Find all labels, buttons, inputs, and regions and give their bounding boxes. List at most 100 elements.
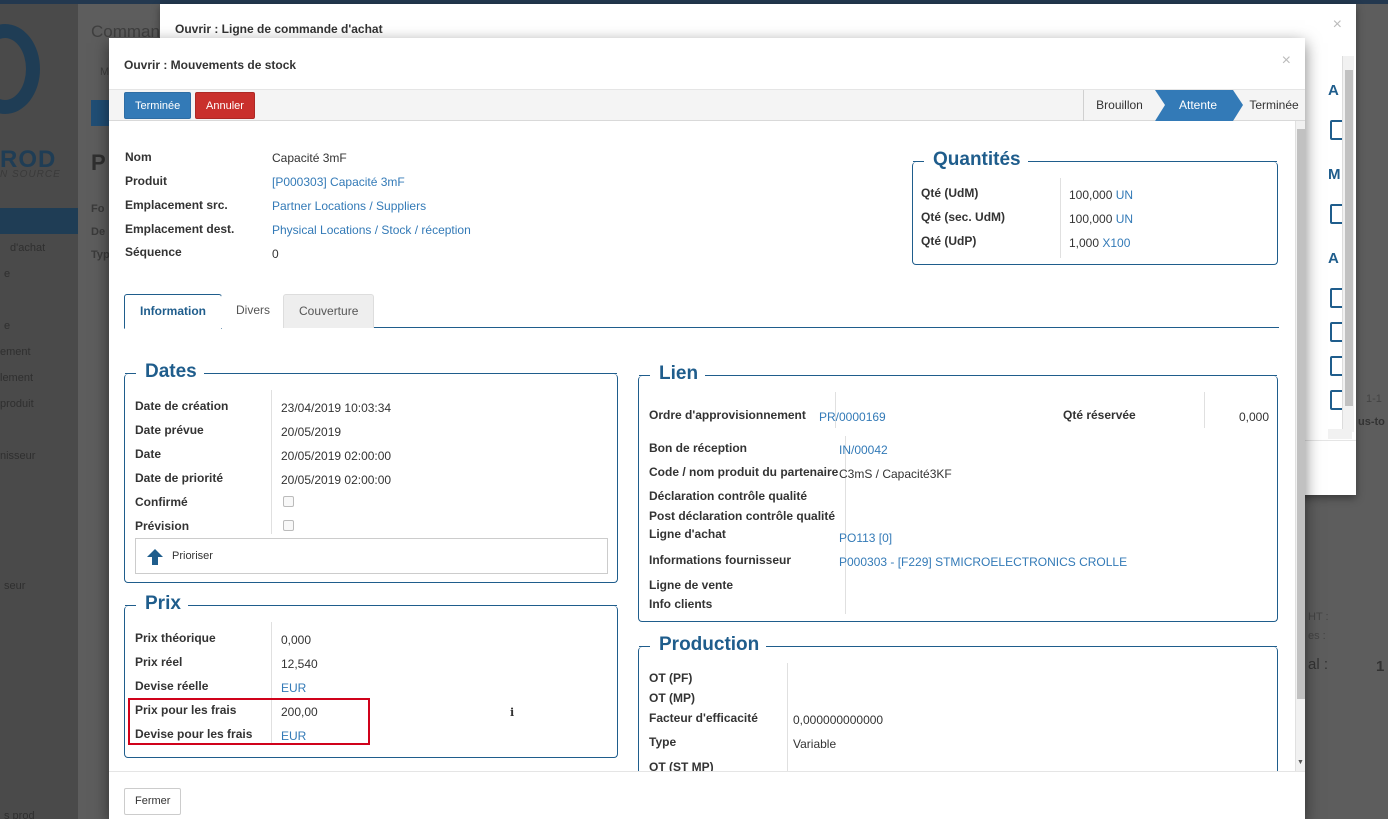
sidebar-item[interactable]: d'achat (10, 242, 45, 254)
theoretical-price-value: 0,000 (281, 633, 312, 647)
forecast-checkbox[interactable] (283, 520, 294, 531)
qty-uop-label: Qté (UdP) (921, 234, 977, 248)
sidebar-item[interactable]: nisseur (0, 450, 35, 462)
back-dialog-hscrollbar[interactable] (1328, 429, 1352, 439)
sale-line-label: Ligne de vente (649, 578, 734, 592)
quantities-box: Quantités Qté (UdM) 100,000 UN Qté (sec.… (912, 149, 1278, 265)
legend-line (766, 646, 1277, 647)
sidebar-active-band (0, 208, 78, 234)
sidebar: ROD N SOURCE d'achat e e ement lement pr… (0, 4, 78, 819)
link-box: Lien Ordre d'approvisionnement PR/000016… (638, 363, 1278, 622)
creation-date-label: Date de création (135, 399, 229, 413)
reserved-qty-label: Qté réservée (1063, 408, 1136, 422)
uom-link[interactable]: UN (1116, 188, 1133, 202)
close-icon[interactable]: × (1333, 16, 1342, 34)
cancel-button[interactable]: Annuler (195, 92, 255, 119)
dates-box: Dates Date de création 23/04/2019 10:03:… (124, 361, 618, 583)
uop-link[interactable]: X100 (1102, 236, 1130, 250)
price-title: Prix (137, 593, 189, 615)
efficiency-label: Facteur d'efficacité (649, 711, 758, 725)
dialog-title: Ouvrir : Mouvements de stock (124, 58, 297, 72)
real-currency-link[interactable]: EUR (281, 681, 306, 695)
procurement-link[interactable]: PR/0000169 (819, 410, 886, 424)
priority-date-value: 20/05/2019 02:00:00 (281, 473, 392, 487)
close-button[interactable]: Fermer (124, 788, 182, 815)
priority-date-label: Date de priorité (135, 471, 224, 485)
sidebar-item[interactable]: produit (0, 398, 34, 410)
sidebar-item[interactable]: e (4, 320, 10, 332)
real-price-label: Prix réel (135, 655, 183, 669)
background-fragment: 1-1 (1366, 393, 1382, 405)
step-waiting[interactable]: Attente (1155, 90, 1233, 121)
legend-line (639, 646, 650, 647)
partner-code-value: C3mS / Capacité3KF (839, 467, 952, 481)
dates-title: Dates (137, 361, 205, 383)
qc-post-declaration-label: Post déclaration contrôle qualité (649, 509, 836, 523)
planned-date-value: 20/05/2019 (281, 425, 342, 439)
legend-line (125, 373, 136, 374)
link-title: Lien (651, 363, 707, 385)
qty-uop-value: 1,000 X100 (1069, 236, 1131, 250)
wo-mp-label: OT (MP) (649, 691, 695, 705)
sidebar-item[interactable]: s prod (4, 810, 35, 819)
scroll-down-icon[interactable]: ▼ (1297, 759, 1304, 766)
production-title: Production (651, 634, 768, 656)
dest-location-label: Emplacement dest. (125, 222, 235, 236)
legend-line (1028, 161, 1277, 162)
legend-line (204, 373, 617, 374)
partner-code-label: Code / nom produit du partenaire (649, 465, 839, 479)
done-button[interactable]: Terminée (124, 92, 192, 119)
background-label: Fo (91, 203, 105, 215)
background-fragment: 1 (1376, 658, 1385, 675)
qty-sec-uom-value: 100,000 UN (1069, 212, 1134, 226)
theoretical-price-label: Prix théorique (135, 631, 216, 645)
background-title: P (91, 150, 106, 175)
logo-subtitle: N SOURCE (0, 169, 61, 180)
sequence-value: 0 (272, 247, 279, 261)
prioritize-button[interactable]: Prioriser (135, 538, 608, 574)
close-icon[interactable]: × (1282, 52, 1291, 70)
receipt-link[interactable]: IN/00042 (839, 443, 888, 457)
legend-line (705, 375, 1277, 376)
dest-location-link[interactable]: Physical Locations / Stock / réception (272, 223, 471, 237)
sidebar-item[interactable]: lement (0, 372, 33, 384)
product-link[interactable]: [P000303] Capacité 3mF (272, 175, 405, 189)
forecast-label: Prévision (135, 519, 190, 533)
info-icon[interactable]: i (510, 706, 514, 719)
scrollbar-thumb[interactable] (1297, 129, 1305, 699)
customer-info-label: Info clients (649, 597, 713, 611)
tab-divers[interactable]: Divers (221, 294, 286, 328)
sidebar-item[interactable]: e (4, 268, 10, 280)
production-box: Production OT (PF) OT (MP) Facteur d'eff… (638, 634, 1278, 787)
purchase-line-link[interactable]: PO113 [0] (839, 531, 892, 545)
dialog-scrollbar[interactable]: ▼ (1295, 121, 1305, 771)
back-dialog-scrollbar[interactable] (1342, 56, 1354, 432)
step-draft[interactable]: Brouillon (1083, 90, 1155, 121)
stock-move-dialog: Ouvrir : Mouvements de stock × Terminée … (109, 38, 1305, 819)
legend-line (639, 375, 650, 376)
background-button (91, 100, 109, 126)
prioritize-label: Prioriser (172, 550, 213, 562)
type-value: Variable (793, 737, 837, 751)
logo-gear-icon (0, 24, 40, 114)
tab-couverture[interactable]: Couverture (283, 294, 375, 328)
product-label: Produit (125, 174, 167, 188)
receipt-label: Bon de réception (649, 441, 748, 455)
procurement-label: Ordre d'approvisionnement (649, 408, 806, 422)
creation-date-value: 23/04/2019 10:03:34 (281, 401, 392, 415)
sidebar-item[interactable]: ement (0, 346, 31, 358)
dialog-footer: Fermer (109, 771, 1305, 819)
sec-uom-link[interactable]: UN (1116, 212, 1133, 226)
background-fragment: es : (1308, 630, 1326, 642)
confirmed-checkbox[interactable] (283, 496, 294, 507)
legend-line (125, 605, 136, 606)
status-bar: Terminée Annuler Brouillon Attente Termi… (109, 90, 1305, 121)
qc-declaration-label: Déclaration contrôle qualité (649, 489, 808, 503)
source-location-label: Emplacement src. (125, 198, 228, 212)
supplier-info-link[interactable]: P000303 - [F229] STMICROELECTRONICS CROL… (839, 555, 1127, 569)
planned-date-label: Date prévue (135, 423, 204, 437)
sidebar-item[interactable]: seur (4, 580, 25, 592)
tab-information[interactable]: Information (124, 294, 222, 329)
source-location-link[interactable]: Partner Locations / Suppliers (272, 199, 426, 213)
step-done[interactable]: Terminée (1243, 90, 1305, 121)
